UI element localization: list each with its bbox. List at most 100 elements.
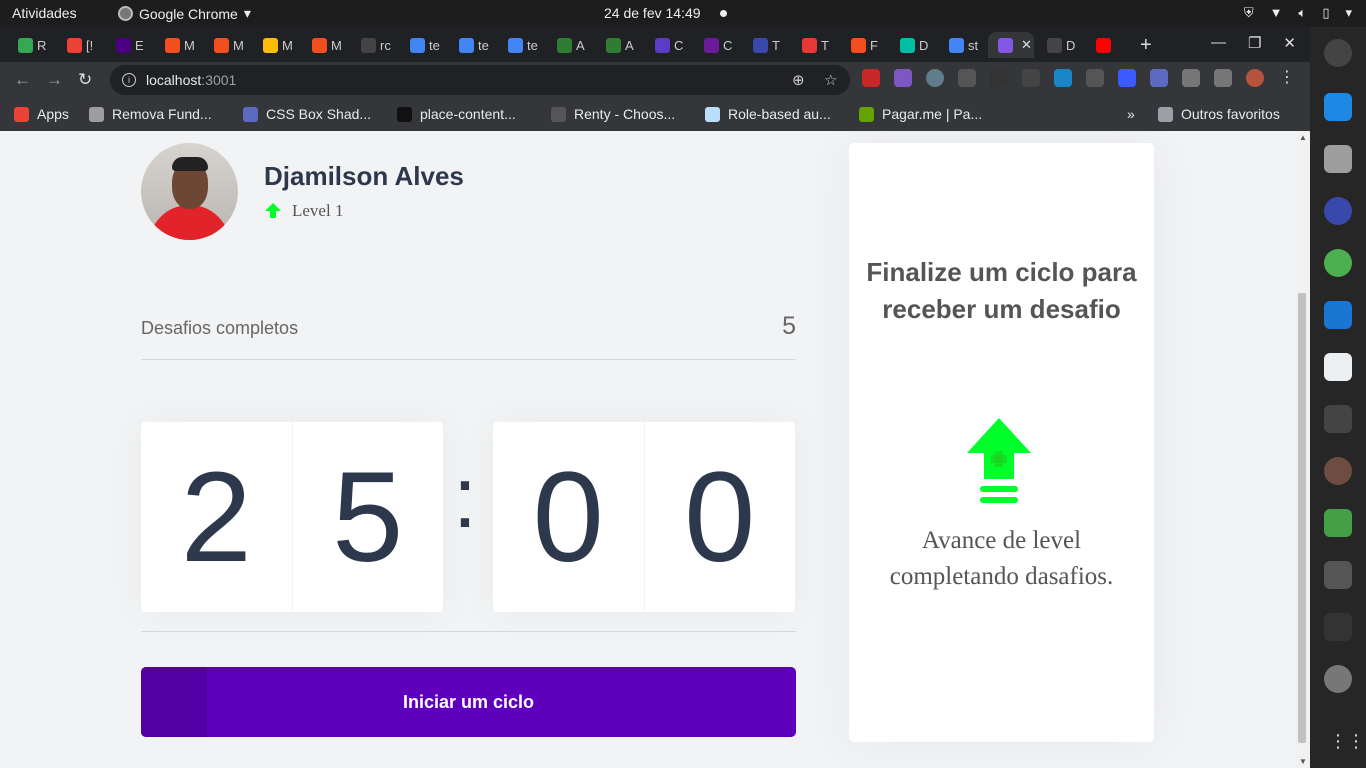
start-cycle-button[interactable]: Iniciar um ciclo — [141, 667, 796, 737]
app-icon[interactable] — [1324, 509, 1352, 537]
info-icon[interactable]: i — [122, 73, 136, 87]
vimeo-icon[interactable] — [1054, 69, 1072, 87]
tab-label: C — [674, 37, 684, 53]
zoom-icon[interactable]: ⊕ — [792, 71, 805, 89]
bookmark-item[interactable]: Role-based au... — [705, 106, 831, 122]
system-tray[interactable]: ⛨ ▼ 🔈︎ ▯ ▾ — [1244, 5, 1352, 21]
app-icon[interactable] — [1324, 457, 1352, 485]
close-icon[interactable]: ✕ — [1283, 34, 1296, 52]
tab[interactable]: R — [8, 32, 57, 58]
tab[interactable]: te — [449, 32, 498, 58]
tab[interactable]: rc — [351, 32, 400, 58]
files-icon[interactable] — [1324, 145, 1352, 173]
tab[interactable]: F — [841, 32, 890, 58]
tab-label: F — [870, 37, 878, 53]
tab[interactable]: A — [547, 32, 596, 58]
text-editor-icon[interactable] — [1324, 353, 1352, 381]
tab-favicon-icon — [361, 37, 376, 53]
bookmarks-overflow-button[interactable]: » — [1127, 106, 1135, 122]
extension-icon[interactable] — [926, 69, 944, 87]
tab[interactable]: M — [302, 32, 351, 58]
puzzle-icon[interactable] — [1182, 69, 1200, 87]
disk-icon[interactable] — [1324, 665, 1352, 693]
bookmark-favicon-icon — [89, 106, 104, 122]
maximize-icon[interactable]: ❐ — [1248, 34, 1261, 52]
tab[interactable]: ✕ — [988, 32, 1034, 58]
back-arrow-icon[interactable]: ← — [14, 70, 31, 90]
tab[interactable]: M — [155, 32, 204, 58]
page-scrollbar[interactable]: ▲ ▼ — [1296, 131, 1310, 768]
tab[interactable]: st — [939, 32, 988, 58]
tab-label: T — [772, 37, 780, 53]
app-icon[interactable] — [1324, 93, 1352, 121]
tab[interactable] — [1086, 32, 1135, 58]
tab-favicon-icon — [557, 37, 572, 53]
extension-icon[interactable] — [1086, 69, 1104, 87]
terminal-icon[interactable] — [1324, 405, 1352, 433]
tab[interactable]: M — [253, 32, 302, 58]
extension-icon[interactable] — [1118, 69, 1136, 87]
tab-favicon-icon — [998, 37, 1013, 53]
scroll-up-icon[interactable]: ▲ — [1299, 133, 1307, 142]
other-bookmarks[interactable]: Outros favoritos — [1158, 106, 1280, 122]
star-icon[interactable]: ☆ — [824, 71, 837, 89]
extension-icon[interactable] — [1022, 69, 1040, 87]
bookmark-item[interactable]: place-content... — [397, 106, 516, 122]
tab[interactable]: E — [106, 32, 155, 58]
bookmark-item[interactable]: Remova Fund... — [89, 106, 212, 122]
obs-icon[interactable] — [1324, 39, 1352, 67]
show-apps-icon[interactable]: ⋮⋮⋮ — [1329, 731, 1366, 752]
extension-icon[interactable] — [862, 69, 880, 87]
tab-favicon-icon — [851, 37, 866, 53]
page-content: Djamilson Alves Level 1 Desafios complet… — [0, 131, 1296, 768]
playlist-icon[interactable] — [1214, 69, 1232, 87]
bookmark-label: CSS Box Shad... — [266, 106, 372, 122]
figma-icon[interactable] — [1324, 613, 1352, 641]
app-icon[interactable] — [1324, 197, 1352, 225]
extension-icon[interactable] — [990, 69, 1008, 87]
scroll-down-icon[interactable]: ▼ — [1299, 757, 1307, 766]
tab[interactable]: D — [890, 32, 939, 58]
bookmark-item[interactable]: Pagar.me | Pa... — [859, 106, 982, 122]
more-vert-icon[interactable]: ⋮ — [1278, 69, 1296, 87]
extension-icon[interactable] — [894, 69, 912, 87]
new-tab-button[interactable]: + — [1140, 34, 1152, 57]
reload-icon[interactable]: ↻ — [78, 70, 92, 90]
extension-icon[interactable] — [1150, 69, 1168, 87]
address-bar[interactable]: i localhost:3001 ⊕ ☆ — [110, 65, 850, 95]
tab-label: M — [233, 37, 244, 53]
tab[interactable]: [! — [57, 32, 106, 58]
countdown-seconds: 0 0 — [493, 422, 795, 612]
divider — [141, 631, 796, 632]
vscode-icon[interactable] — [1324, 301, 1352, 329]
tab[interactable]: D — [1037, 32, 1086, 58]
tab-label: te — [429, 37, 440, 53]
clock[interactable]: 24 de fev 14:49 — [604, 5, 701, 21]
tab[interactable]: M — [204, 32, 253, 58]
chrome-icon[interactable] — [1324, 249, 1352, 277]
level-up-icon — [967, 418, 1031, 503]
bookmark-item[interactable]: Apps — [14, 106, 69, 122]
tab[interactable]: C — [694, 32, 743, 58]
gimp-icon[interactable] — [1324, 561, 1352, 589]
tab[interactable]: T — [792, 32, 841, 58]
bookmark-label: place-content... — [420, 106, 516, 122]
bookmark-item[interactable]: CSS Box Shad... — [243, 106, 371, 122]
scrollbar-thumb[interactable] — [1298, 293, 1306, 743]
profile-avatar[interactable] — [1246, 69, 1264, 87]
activities-button[interactable]: Atividades — [12, 5, 77, 21]
tab-favicon-icon — [508, 37, 523, 53]
extension-icon[interactable] — [958, 69, 976, 87]
forward-arrow-icon[interactable]: → — [46, 70, 63, 90]
minimize-icon[interactable]: — — [1211, 34, 1226, 52]
tab[interactable]: T — [743, 32, 792, 58]
app-menu[interactable]: Google Chrome ▾ — [118, 5, 251, 22]
tab-favicon-icon — [312, 37, 327, 53]
tab-favicon-icon — [949, 37, 964, 53]
bookmark-item[interactable]: Renty - Choos... — [551, 106, 675, 122]
tab-close-icon[interactable]: ✕ — [1021, 37, 1032, 53]
tab[interactable]: C — [645, 32, 694, 58]
tab[interactable]: A — [596, 32, 645, 58]
tab[interactable]: te — [498, 32, 547, 58]
tab[interactable]: te — [400, 32, 449, 58]
